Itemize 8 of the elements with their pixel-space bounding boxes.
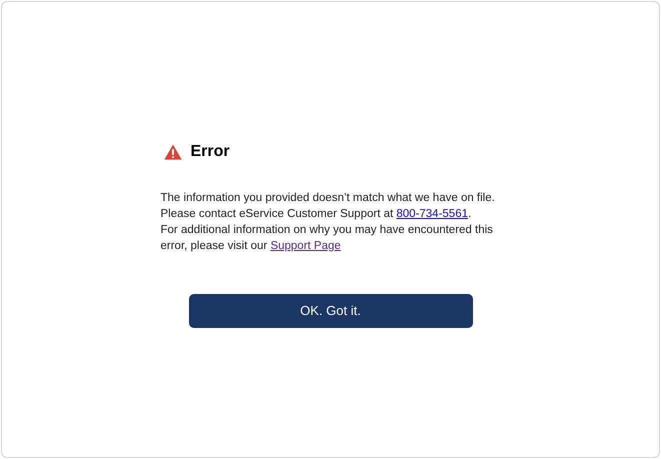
message-text: The information you provided doesn’t match what we have on file. <box>160 191 496 206</box>
link[interactable]: 800-734-5561 <box>396 208 468 220</box>
message-text: Please contact eService Customer Support at 800-734-5561. <box>160 207 472 222</box>
warning-icon <box>164 144 182 160</box>
link[interactable]: Support Page <box>270 240 341 252</box>
message-text: For additional information on why you may have encountered this error, please visit our Support Page <box>160 223 494 254</box>
dialog-title: Error <box>190 142 230 162</box>
ok-button[interactable]: OK. Got it. <box>188 294 472 328</box>
